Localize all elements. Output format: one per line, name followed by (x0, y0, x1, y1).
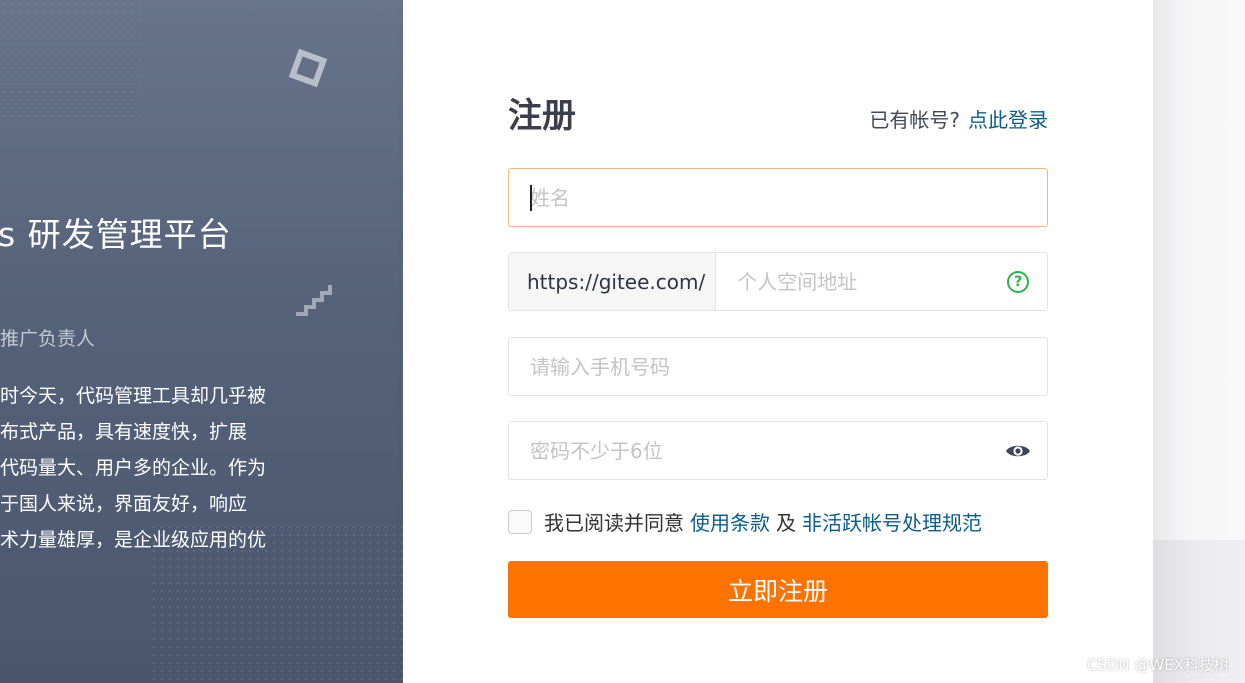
register-button[interactable]: 立即注册 (508, 561, 1048, 618)
login-hint: 已有帐号? 点此登录 (869, 104, 1048, 133)
and-text: 及 (776, 511, 796, 535)
space-url-field[interactable]: https://gitee.com/ ? (508, 252, 1048, 311)
background-strip (1153, 0, 1245, 683)
name-input[interactable] (509, 169, 1047, 226)
stairs-decoration-icon (296, 285, 332, 316)
diamond-decoration-icon (288, 48, 328, 88)
promo-title: s 研发管理平台 (0, 215, 232, 254)
name-field[interactable] (508, 168, 1048, 227)
promo-line: 代码量大、用户多的企业。作为 (0, 457, 267, 479)
login-hint-text: 已有帐号? (869, 108, 960, 132)
watermark: CSDN @WEX科技树 (1086, 656, 1229, 674)
password-field[interactable] (508, 421, 1048, 480)
promo-subtitle: 推广负责人 (0, 328, 96, 350)
promo-line: 时今天，代码管理工具却几乎被 (0, 385, 267, 407)
promo-line: 于国人来说，界面友好，响应 (0, 493, 248, 515)
question-circle-icon[interactable]: ? (1007, 270, 1029, 293)
form-title: 注册 (508, 96, 576, 136)
terms-agreement: 我已阅读并同意 使用条款 及 非活跃帐号处理规范 (508, 507, 982, 536)
phone-input[interactable] (509, 338, 1047, 395)
promo-line: 术力量雄厚，是企业级应用的优 (0, 529, 267, 551)
space-address-input[interactable] (716, 253, 1008, 310)
inactive-policy-link[interactable]: 非活跃帐号处理规范 (802, 507, 982, 536)
url-prefix: https://gitee.com/ (509, 253, 717, 310)
eye-icon[interactable] (1005, 442, 1031, 460)
text-caret (530, 185, 532, 211)
password-input[interactable] (509, 422, 1005, 479)
agree-checkbox[interactable] (508, 509, 532, 534)
dot-pattern-top (0, 0, 140, 120)
promo-line: 布式产品，具有速度快，扩展 (0, 421, 248, 443)
promo-panel: s 研发管理平台 推广负责人 时今天，代码管理工具却几乎被 布式产品，具有速度快… (0, 0, 403, 683)
promo-description: 时今天，代码管理工具却几乎被 布式产品，具有速度快，扩展 代码量大、用户多的企业… (0, 378, 403, 558)
agree-text: 我已阅读并同意 (544, 511, 684, 535)
register-form-card: 注册 已有帐号? 点此登录 https://gitee.com/ ? 我已阅读并同… (403, 0, 1153, 683)
terms-link[interactable]: 使用条款 (690, 507, 770, 536)
phone-field[interactable] (508, 337, 1048, 396)
login-link[interactable]: 点此登录 (968, 108, 1048, 132)
